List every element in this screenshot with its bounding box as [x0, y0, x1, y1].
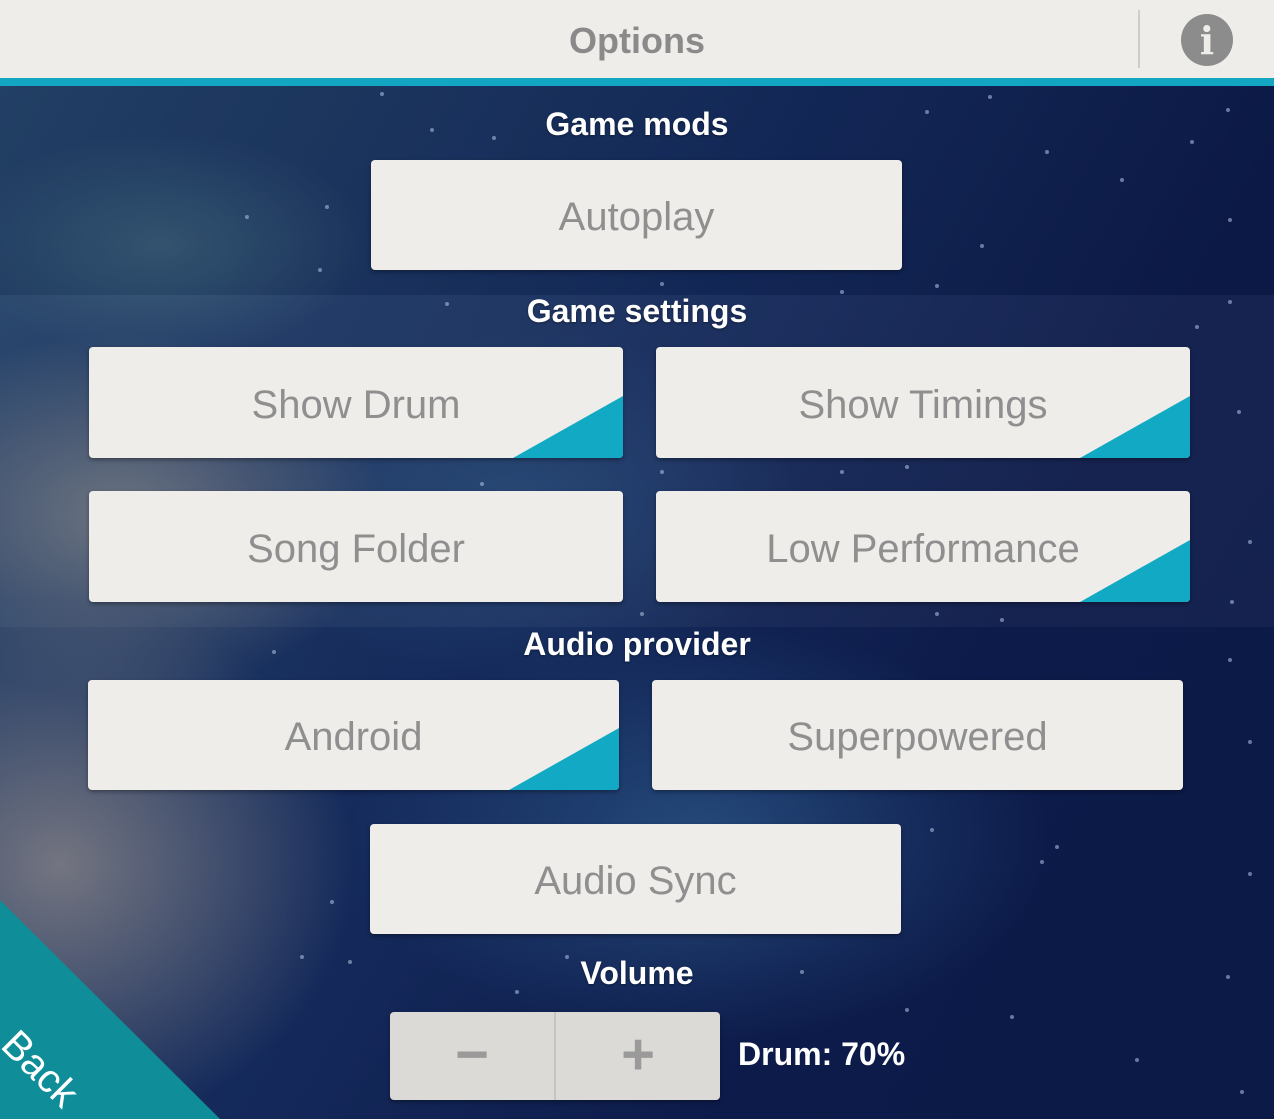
superpowered-label: Superpowered — [787, 715, 1048, 759]
android-button[interactable]: Android — [88, 680, 619, 790]
page-title: Options — [569, 20, 705, 61]
show-timings-button[interactable]: Show Timings — [656, 347, 1190, 458]
autoplay-label: Autoplay — [558, 195, 715, 239]
volume-decrease-button[interactable]: − — [390, 1012, 554, 1100]
volume-increase-button[interactable]: + — [556, 1012, 720, 1100]
section-label-audio-provider: Audio provider — [523, 626, 751, 662]
song-folder-button[interactable]: Song Folder — [89, 491, 623, 602]
volume-status: Drum: 70% — [738, 1036, 906, 1072]
header-divider — [1138, 10, 1140, 68]
show-drum-button[interactable]: Show Drum — [89, 347, 623, 458]
section-label-game-mods: Game mods — [545, 106, 729, 142]
section-label-game-settings: Game settings — [526, 293, 748, 329]
autoplay-button[interactable]: Autoplay — [371, 160, 902, 270]
superpowered-button[interactable]: Superpowered — [652, 680, 1183, 790]
song-folder-label: Song Folder — [247, 527, 465, 571]
low-performance-button[interactable]: Low Performance — [656, 491, 1190, 602]
audio-sync-button[interactable]: Audio Sync — [370, 824, 901, 934]
volume-stepper: − + — [390, 1012, 720, 1100]
info-icon[interactable]: i — [1181, 14, 1233, 66]
audio-sync-label: Audio Sync — [534, 859, 737, 903]
section-label-volume: Volume — [580, 955, 694, 991]
